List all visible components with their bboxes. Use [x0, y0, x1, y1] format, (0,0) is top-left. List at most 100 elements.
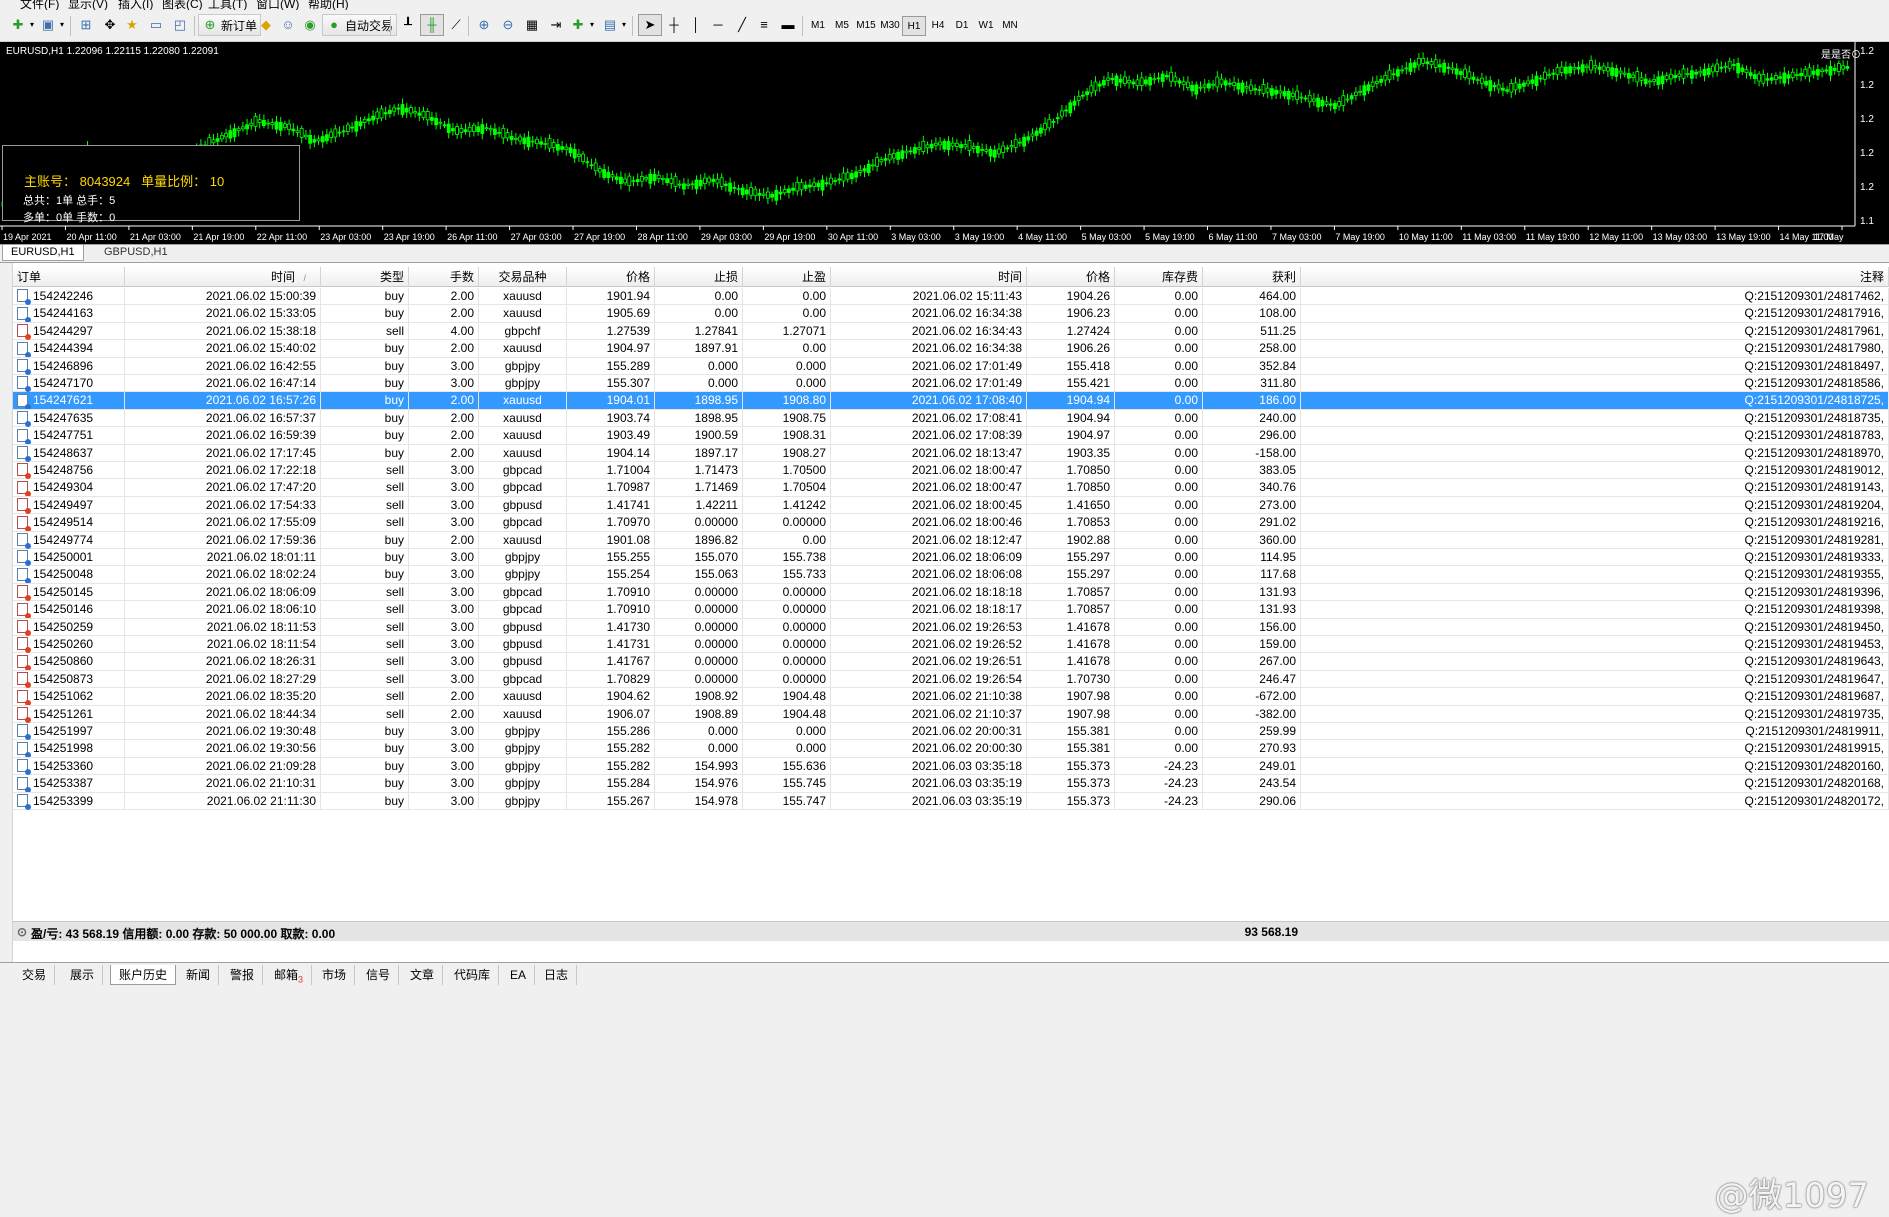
- terminal-tab-10[interactable]: EA: [502, 965, 536, 985]
- table-row[interactable]: 154250145 2021.06.02 18:06:09 sell 3.00 gbpc…: [13, 583, 1889, 602]
- candlestick-button[interactable]: ╫: [420, 14, 444, 36]
- crosshair-button[interactable]: ┼: [662, 14, 686, 36]
- channel-button[interactable]: ≡: [752, 14, 776, 36]
- menu-insert[interactable]: 插入(I): [118, 0, 153, 10]
- table-row[interactable]: 154250001 2021.06.02 18:01:11 buy 3.00 gbpjp…: [13, 549, 1889, 567]
- new-chart-button[interactable]: ✚ ▾: [6, 14, 39, 36]
- navigator-button[interactable]: ★: [120, 14, 144, 36]
- strategy-tester-button[interactable]: ◰: [168, 14, 192, 36]
- table-row[interactable]: 154244394 2021.06.02 15:40:02 buy 2.00 xauus…: [13, 340, 1889, 358]
- text-label-button[interactable]: ▬: [776, 14, 800, 36]
- chart-tab-gbpusd[interactable]: GBPUSD,H1: [96, 245, 176, 261]
- signals-button[interactable]: ◉: [298, 14, 322, 36]
- zoom-out-button[interactable]: ⊖: [496, 14, 520, 36]
- table-row[interactable]: 154250259 2021.06.02 18:11:53 sell 3.00 gbpu…: [13, 618, 1889, 636]
- menu-tools[interactable]: 工具(T): [208, 0, 247, 10]
- terminal-tab-2[interactable]: 账户历史: [110, 965, 177, 985]
- profiles-button[interactable]: ▣ ▾: [36, 14, 69, 36]
- table-row[interactable]: 154250260 2021.06.02 18:11:54 sell 3.00 gbpu…: [13, 636, 1889, 654]
- column-header-symbol[interactable]: 交易品种: [479, 267, 567, 287]
- timeframe-h4[interactable]: H4: [926, 16, 950, 36]
- tile-windows-button[interactable]: ▦: [520, 14, 544, 36]
- terminal-tab-4[interactable]: 警报: [222, 965, 264, 985]
- table-row[interactable]: 154242246 2021.06.02 15:00:39 buy 2.00 xauus…: [13, 288, 1889, 306]
- terminal-tab-9[interactable]: 代码库: [446, 965, 500, 985]
- table-row[interactable]: 154249514 2021.06.02 17:55:09 sell 3.00 gbpc…: [13, 514, 1889, 532]
- menu-window[interactable]: 窗口(W): [256, 0, 299, 10]
- terminal-tab-8[interactable]: 文章: [402, 965, 444, 985]
- table-row[interactable]: 154247621 2021.06.02 16:57:26 buy 2.00 xauus…: [13, 392, 1889, 410]
- column-header-take-profit[interactable]: 止盈: [743, 267, 831, 287]
- menu-chart[interactable]: 图表(C): [162, 0, 203, 10]
- price-chart[interactable]: 1.2 1.2 1.2 1.2 1.2 1.1 19 Apr 2021 20 Apr 11:0…: [0, 42, 1889, 244]
- timeframe-mn[interactable]: MN: [998, 16, 1022, 36]
- table-row[interactable]: 154251261 2021.06.02 18:44:34 sell 2.00 xauu…: [13, 705, 1889, 723]
- menu-view[interactable]: 显示(V): [68, 0, 108, 10]
- vertical-line-button[interactable]: │: [684, 14, 708, 36]
- table-row[interactable]: 154251998 2021.06.02 19:30:56 buy 3.00 gbpjp…: [13, 740, 1889, 758]
- autoscroll-button[interactable]: ⇥: [544, 14, 568, 36]
- metaeditor-button[interactable]: ◆: [254, 14, 278, 36]
- terminal-button[interactable]: ▭: [144, 14, 168, 36]
- table-row[interactable]: 154250873 2021.06.02 18:27:29 sell 3.00 gbpc…: [13, 670, 1889, 689]
- auto-trading-button[interactable]: ● 自动交易: [322, 14, 398, 36]
- table-row[interactable]: 154244163 2021.06.02 15:33:05 buy 2.00 xauus…: [13, 305, 1889, 323]
- terminal-tab-6[interactable]: 市场: [314, 965, 356, 985]
- terminal-tab-5[interactable]: 邮箱3: [266, 965, 313, 985]
- terminal-tab-7[interactable]: 信号: [358, 965, 400, 985]
- column-header-profit[interactable]: 获利: [1203, 267, 1301, 287]
- cursor-button[interactable]: ➤: [638, 14, 662, 36]
- column-header-close-time[interactable]: 时间: [831, 267, 1027, 287]
- table-row[interactable]: 154253387 2021.06.02 21:10:31 buy 3.00 gbpjp…: [13, 775, 1889, 793]
- table-row[interactable]: 154250048 2021.06.02 18:02:24 buy 3.00 gbpjp…: [13, 566, 1889, 584]
- column-header-close-price[interactable]: 价格: [1027, 267, 1115, 287]
- timeframe-w1[interactable]: W1: [974, 16, 998, 36]
- market-watch-button[interactable]: ⊞: [74, 14, 98, 36]
- terminal-tab-0[interactable]: 交易: [14, 965, 56, 985]
- table-row[interactable]: 154248756 2021.06.02 17:22:18 sell 3.00 gbpc…: [13, 462, 1889, 480]
- table-row[interactable]: 154253399 2021.06.02 21:11:30 buy 3.00 gbpjp…: [13, 792, 1889, 810]
- indicators-button[interactable]: ✚ ▾: [566, 14, 599, 36]
- trendline-button[interactable]: ╱: [730, 14, 754, 36]
- column-header-stop-loss[interactable]: 止损: [655, 267, 743, 287]
- column-header-open-time[interactable]: 时间 /: [125, 267, 321, 287]
- table-row[interactable]: 154251997 2021.06.02 19:30:48 buy 3.00 gbpjp…: [13, 723, 1889, 741]
- table-row[interactable]: 154250860 2021.06.02 18:26:31 sell 3.00 gbpu…: [13, 653, 1889, 671]
- terminal-tab-11[interactable]: 日志: [536, 965, 578, 985]
- table-row[interactable]: 154253360 2021.06.02 21:09:28 buy 3.00 gbpjp…: [13, 757, 1889, 776]
- menu-help[interactable]: 帮助(H): [308, 0, 349, 10]
- table-row[interactable]: 154244297 2021.06.02 15:38:18 sell 4.00 gbpc…: [13, 322, 1889, 341]
- table-row[interactable]: 154247170 2021.06.02 16:47:14 buy 3.00 gbpjp…: [13, 375, 1889, 393]
- bar-chart-button[interactable]: ┸: [396, 14, 420, 36]
- table-row[interactable]: 154251062 2021.06.02 18:35:20 sell 2.00 xauu…: [13, 688, 1889, 706]
- timeframe-m15[interactable]: M15: [854, 16, 878, 36]
- terminal-tab-1[interactable]: 展示: [62, 965, 104, 985]
- line-chart-button[interactable]: ⟋: [444, 14, 468, 36]
- column-header-swap[interactable]: 库存费: [1115, 267, 1203, 287]
- table-row[interactable]: 154249304 2021.06.02 17:47:20 sell 3.00 gbpc…: [13, 479, 1889, 497]
- table-row[interactable]: 154248637 2021.06.02 17:17:45 buy 2.00 xauus…: [13, 444, 1889, 462]
- timeframe-m30[interactable]: M30: [878, 16, 902, 36]
- timeframe-m5[interactable]: M5: [830, 16, 854, 36]
- table-row[interactable]: 154246896 2021.06.02 16:42:55 buy 3.00 gbpjp…: [13, 357, 1889, 375]
- column-header-comment[interactable]: 注释: [1301, 267, 1889, 287]
- table-row[interactable]: 154250146 2021.06.02 18:06:10 sell 3.00 gbpc…: [13, 601, 1889, 619]
- chart-tab-eurusd[interactable]: EURUSD,H1: [2, 245, 84, 261]
- table-row[interactable]: 154247751 2021.06.02 16:59:39 buy 2.00 xauus…: [13, 427, 1889, 445]
- column-header-lots[interactable]: 手数: [409, 267, 479, 287]
- menu-file[interactable]: 文件(F): [20, 0, 59, 10]
- zoom-in-button[interactable]: ⊕: [472, 14, 496, 36]
- table-row[interactable]: 154249497 2021.06.02 17:54:33 sell 3.00 gbpu…: [13, 496, 1889, 515]
- templates-button[interactable]: ▤ ▾: [598, 14, 631, 36]
- timeframe-d1[interactable]: D1: [950, 16, 974, 36]
- column-header-type[interactable]: 类型: [321, 267, 409, 287]
- horizontal-line-button[interactable]: ─: [706, 14, 730, 36]
- data-window-button[interactable]: ✥: [98, 14, 122, 36]
- table-row[interactable]: 154249774 2021.06.02 17:59:36 buy 2.00 xauus…: [13, 531, 1889, 549]
- column-header-order[interactable]: 订单: [13, 267, 125, 287]
- terminal-tab-3[interactable]: 新闻: [178, 965, 220, 985]
- table-row[interactable]: 154247635 2021.06.02 16:57:37 buy 2.00 xauus…: [13, 409, 1889, 428]
- new-order-button[interactable]: ⊕ 新订单: [198, 14, 262, 36]
- timeframe-h1[interactable]: H1: [902, 16, 926, 36]
- column-header-open-price[interactable]: 价格: [567, 267, 655, 287]
